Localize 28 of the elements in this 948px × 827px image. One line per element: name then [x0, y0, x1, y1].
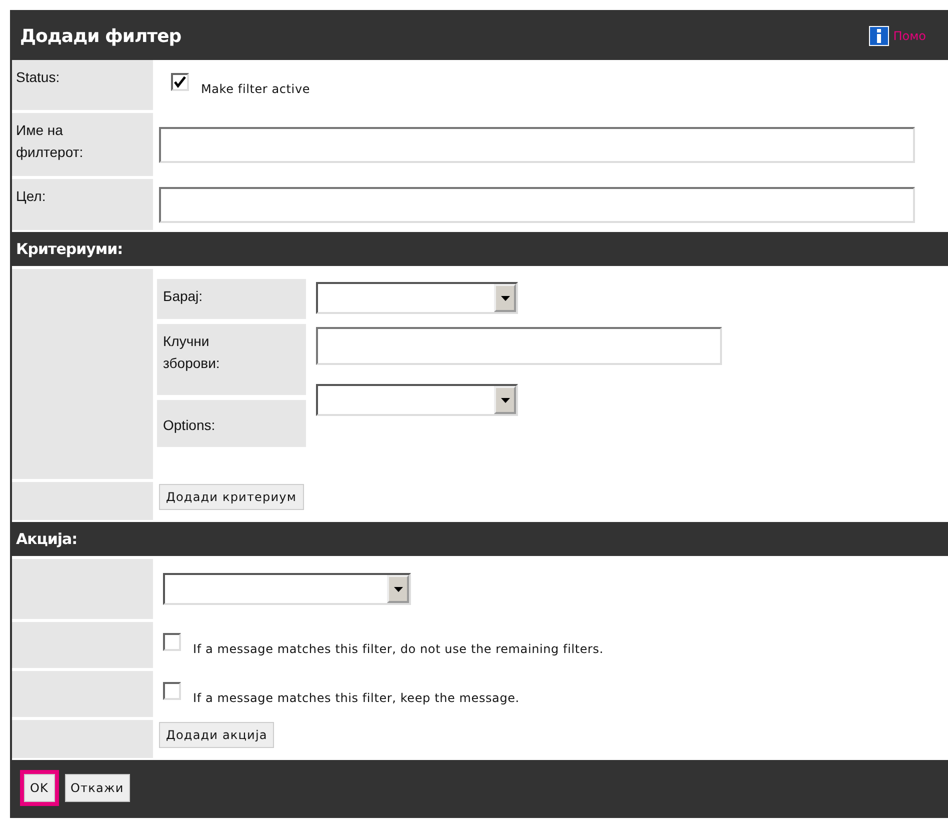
field-label: Цел: — [12, 179, 153, 230]
section-header: Акција: — [12, 522, 948, 556]
checkbox-label: If a message matches this filter, do not use the remaining filters. — [193, 642, 604, 656]
text-field[interactable] — [159, 186, 915, 222]
field-label: Клучни зборови: — [157, 324, 306, 395]
dropdown[interactable] — [163, 573, 411, 605]
info-icon[interactable] — [869, 26, 890, 46]
text-field[interactable] — [316, 327, 722, 365]
checkbox-label: If a message matches this filter, keep the message. — [193, 691, 520, 705]
field-label: Име на филтерот: — [12, 113, 153, 176]
cancel-button[interactable]: Откажи — [64, 774, 130, 802]
add-criterion-button[interactable]: Додади критериум — [159, 484, 304, 510]
add-action-button[interactable]: Додади акција — [159, 722, 274, 748]
checkbox[interactable] — [163, 682, 181, 700]
dropdown-arrow-icon — [500, 296, 510, 300]
dropdown[interactable] — [316, 384, 518, 416]
field-label: Барај: — [157, 279, 306, 319]
dropdown-arrow-icon — [500, 398, 510, 402]
checkbox[interactable] — [171, 73, 189, 91]
field-label: Status: — [12, 60, 153, 110]
text-field[interactable] — [159, 126, 915, 162]
section-header: Критериуми: — [12, 232, 948, 266]
checkbox-label: Make filter active — [201, 82, 310, 96]
dialog-title: Додади филтер — [20, 26, 182, 46]
dropdown-arrow-icon — [394, 586, 402, 592]
checkbox[interactable] — [163, 633, 181, 651]
field-label: Options: — [157, 400, 306, 447]
dropdown[interactable] — [316, 282, 518, 314]
